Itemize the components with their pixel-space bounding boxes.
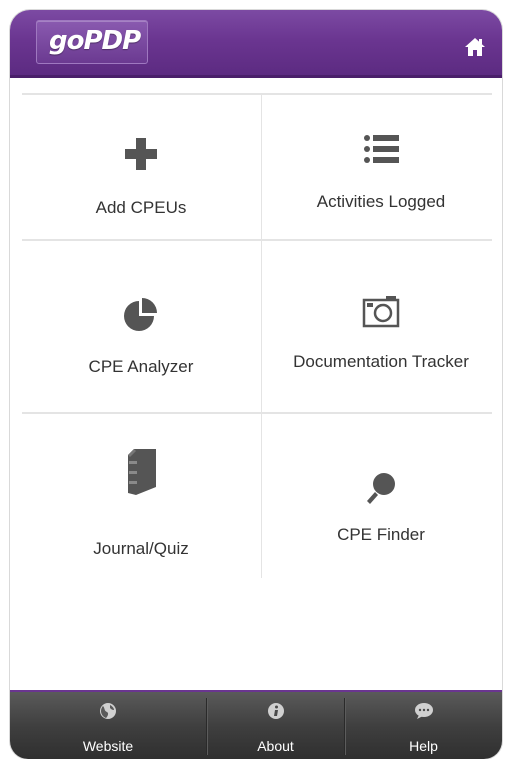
book-icon (128, 449, 156, 495)
bottom-tab-bar: Website About Help (10, 690, 502, 759)
tile-cpe-analyzer[interactable]: CPE Analyzer (22, 241, 260, 412)
tile-label: Activities Logged (316, 192, 446, 211)
tile-label: CPE Finder (337, 525, 425, 544)
app-logo[interactable]: goPDP (36, 20, 148, 64)
tab-help[interactable]: Help (345, 692, 502, 759)
tab-about[interactable]: About (207, 692, 344, 759)
tile-cpe-finder[interactable]: CPE Finder (262, 414, 500, 578)
home-button[interactable] (464, 36, 486, 58)
tab-label: Website (82, 738, 134, 754)
tab-label: Help (409, 738, 438, 754)
tile-label: CPE Analyzer (88, 357, 194, 376)
pie-chart-icon (124, 298, 157, 331)
tile-label: Journal/Quiz (93, 539, 189, 558)
tile-journal-quiz[interactable]: Journal/Quiz (22, 414, 260, 578)
tile-activities-logged[interactable]: Activities Logged (262, 95, 500, 239)
magnifier-icon (367, 473, 395, 504)
tile-label: Documentation Tracker (293, 352, 469, 371)
tab-label: About (257, 738, 294, 754)
tile-documentation-tracker[interactable]: Documentation Tracker (262, 241, 500, 412)
home-icon (465, 38, 485, 56)
speech-bubble-icon (414, 703, 433, 719)
logo-text: goPDP (49, 26, 141, 56)
camera-icon (362, 296, 400, 328)
header-bar: goPDP (10, 10, 502, 78)
tab-website[interactable]: Website (10, 692, 206, 759)
info-icon (267, 703, 284, 719)
tile-label: Add CPEUs (95, 198, 187, 217)
app-window: goPDP Add CPEUs Activities Logged CPE An… (10, 10, 502, 759)
plus-icon (125, 138, 157, 170)
globe-icon (100, 703, 116, 719)
tile-add-cpeus[interactable]: Add CPEUs (22, 95, 260, 239)
list-icon (364, 135, 399, 163)
